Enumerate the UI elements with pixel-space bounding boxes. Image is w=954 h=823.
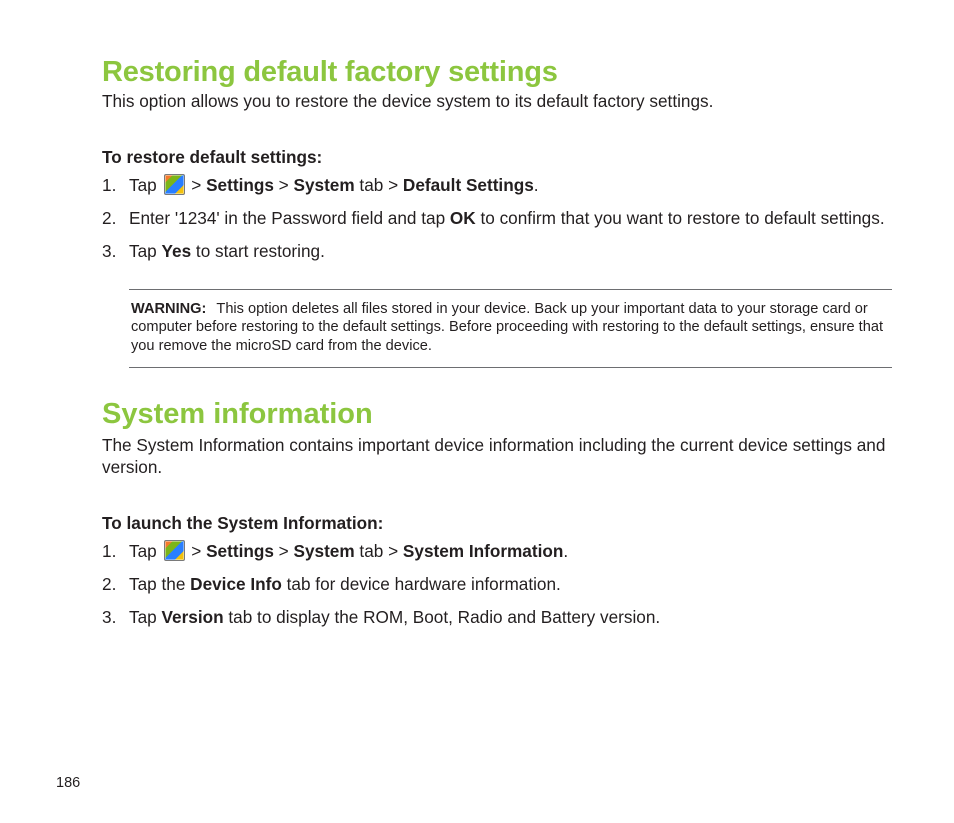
steps-sysinfo: Tap > Settings > System tab > System Inf… — [102, 540, 892, 630]
section-system-information: System information The System Informatio… — [102, 398, 892, 629]
step-3-sysinfo: Tap Version tab to display the ROM, Boot… — [102, 606, 892, 629]
step-text: Tap — [129, 541, 162, 561]
step-2-restore: Enter '1234' in the Password field and t… — [102, 207, 892, 230]
subheading-sysinfo: To launch the System Information: — [102, 513, 892, 534]
warning-label: WARNING: — [131, 301, 216, 317]
step-2-sysinfo: Tap the Device Info tab for device hardw… — [102, 573, 892, 596]
step-text: tab > — [355, 541, 403, 561]
section-intro-sysinfo: The System Information contains importan… — [102, 434, 892, 479]
step-text: > — [187, 175, 207, 195]
manual-page: Restoring default factory settings This … — [0, 0, 954, 823]
warning-text: WARNING:This option deletes all files st… — [131, 300, 890, 355]
step-text: to start restoring. — [191, 241, 325, 261]
step-1-restore: Tap > Settings > System tab > Default Se… — [102, 174, 892, 197]
windows-start-icon — [164, 540, 185, 561]
subheading-restore: To restore default settings: — [102, 147, 892, 168]
step-text: > — [274, 541, 294, 561]
step-text: Tap — [129, 607, 162, 627]
bold-yes: Yes — [162, 241, 192, 261]
step-text: Tap — [129, 241, 162, 261]
step-1-sysinfo: Tap > Settings > System tab > System Inf… — [102, 540, 892, 563]
bold-default-settings: Default Settings — [403, 175, 534, 195]
page-number: 186 — [56, 775, 80, 791]
step-text: . — [534, 175, 539, 195]
step-text: > — [187, 541, 207, 561]
steps-restore: Tap > Settings > System tab > Default Se… — [102, 174, 892, 264]
step-text: Enter '1234' in the Password field and t… — [129, 208, 450, 228]
step-3-restore: Tap Yes to start restoring. — [102, 240, 892, 263]
step-text: to confirm that you want to restore to d… — [476, 208, 885, 228]
windows-start-icon — [164, 174, 185, 195]
section-heading-sysinfo: System information — [102, 398, 892, 431]
step-text: Tap — [129, 175, 162, 195]
step-text: Tap the — [129, 574, 190, 594]
step-text: tab to display the ROM, Boot, Radio and … — [224, 607, 661, 627]
bold-system: System — [294, 541, 355, 561]
warning-body: This option deletes all files stored in … — [131, 301, 883, 353]
step-text: > — [274, 175, 294, 195]
bold-system: System — [294, 175, 355, 195]
bold-system-information: System Information — [403, 541, 563, 561]
section-intro-restoring: This option allows you to restore the de… — [102, 91, 892, 113]
bold-ok: OK — [450, 208, 476, 228]
bold-settings: Settings — [206, 175, 274, 195]
step-text: . — [563, 541, 568, 561]
bold-device-info: Device Info — [190, 574, 282, 594]
warning-block: WARNING:This option deletes all files st… — [129, 289, 892, 368]
step-text: tab > — [355, 175, 403, 195]
step-text: tab for device hardware information. — [282, 574, 561, 594]
bold-version: Version — [162, 607, 224, 627]
section-heading-restoring: Restoring default factory settings — [102, 56, 892, 89]
bold-settings: Settings — [206, 541, 274, 561]
